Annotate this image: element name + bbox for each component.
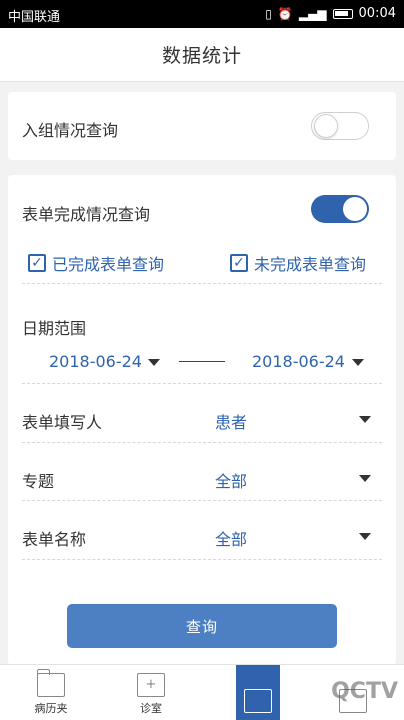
divider bbox=[22, 442, 382, 443]
tab-label: 病历夹 bbox=[34, 702, 68, 715]
form-filler-label: 表单填写人 bbox=[22, 413, 103, 432]
folder-icon bbox=[36, 669, 65, 697]
form-query-card: 表单完成情况查询 ✓ 已完成表单查询 ✓ 未完成表单查询 日期范围 2018-0… bbox=[8, 175, 396, 665]
vibrate-icon: ▯ bbox=[265, 6, 272, 21]
divider bbox=[22, 559, 382, 560]
checkbox-checked-icon: ✓ bbox=[230, 254, 248, 272]
bottom-tab-bar: 病历夹 诊室 QCTV bbox=[0, 664, 404, 720]
chevron-down-icon[interactable] bbox=[359, 416, 371, 423]
page-title: 数据统计 bbox=[161, 45, 242, 67]
signal-icon: ▂▄▆ bbox=[298, 6, 327, 21]
group-query-card: 入组情况查询 bbox=[8, 92, 396, 160]
uncompleted-form-label: 未完成表单查询 bbox=[254, 255, 367, 274]
carrier-name: 中国联通 bbox=[8, 10, 61, 25]
tab-clinic[interactable]: 诊室 bbox=[116, 665, 186, 720]
chevron-down-icon[interactable] bbox=[148, 359, 160, 366]
divider bbox=[22, 500, 382, 501]
topic-select[interactable]: 全部 bbox=[215, 468, 247, 492]
end-date-select[interactable]: 2018-06-24 bbox=[252, 352, 345, 371]
form-filler-select[interactable]: 患者 bbox=[215, 409, 247, 433]
group-query-label: 入组情况查询 bbox=[22, 121, 119, 140]
tab-statistics[interactable] bbox=[236, 665, 280, 720]
date-separator bbox=[179, 361, 225, 362]
chevron-down-icon[interactable] bbox=[352, 359, 364, 366]
status-bar: 中国联通 ▯ ⏰ ▂▄▆ 00:04 bbox=[0, 0, 404, 28]
form-query-label: 表单完成情况查询 bbox=[22, 205, 151, 224]
watermark-logo: QCTV bbox=[331, 679, 398, 704]
battery-icon bbox=[332, 8, 353, 19]
checkbox-checked-icon: ✓ bbox=[28, 254, 46, 272]
toggle-knob bbox=[343, 197, 367, 221]
completed-form-label: 已完成表单查询 bbox=[52, 255, 165, 274]
chevron-down-icon[interactable] bbox=[359, 533, 371, 540]
uncompleted-form-checkbox[interactable]: ✓ 未完成表单查询 bbox=[230, 251, 366, 275]
completed-form-checkbox[interactable]: ✓ 已完成表单查询 bbox=[28, 251, 164, 275]
clock-time: 00:04 bbox=[358, 6, 396, 21]
group-query-toggle[interactable] bbox=[311, 112, 369, 140]
form-name-label: 表单名称 bbox=[22, 530, 87, 549]
medical-kit-icon bbox=[137, 673, 165, 697]
statistics-icon bbox=[244, 689, 272, 713]
page-header: 数据统计 bbox=[0, 28, 404, 82]
form-name-select[interactable]: 全部 bbox=[215, 526, 247, 550]
toggle-knob bbox=[314, 114, 338, 138]
topic-label: 专题 bbox=[22, 472, 55, 491]
tab-case-folder[interactable]: 病历夹 bbox=[16, 665, 86, 720]
query-button[interactable]: 查询 bbox=[67, 604, 337, 648]
start-date-select[interactable]: 2018-06-24 bbox=[49, 352, 142, 371]
divider bbox=[22, 283, 382, 284]
tab-label: 诊室 bbox=[140, 702, 162, 715]
divider bbox=[22, 383, 382, 384]
chevron-down-icon[interactable] bbox=[359, 475, 371, 482]
alarm-icon: ⏰ bbox=[277, 6, 293, 21]
date-range-label: 日期范围 bbox=[22, 319, 87, 338]
status-icons: ▯ ⏰ ▂▄▆ 00:04 bbox=[265, 6, 396, 21]
form-query-toggle[interactable] bbox=[311, 195, 369, 223]
